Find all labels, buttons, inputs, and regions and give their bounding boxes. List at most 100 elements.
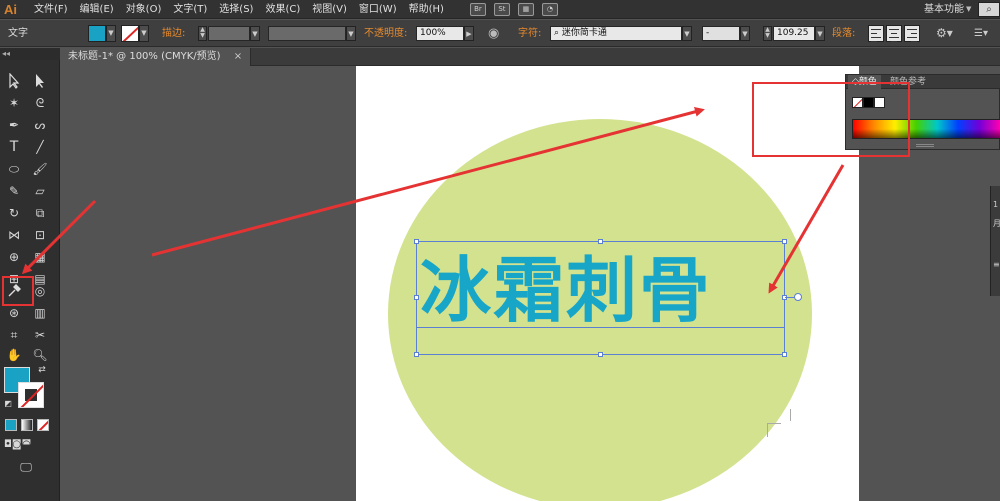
- artboard[interactable]: 冰霜刺骨: [356, 66, 859, 501]
- color-spectrum[interactable]: [852, 119, 1000, 139]
- resize-handle[interactable]: [782, 352, 787, 357]
- opacity-label[interactable]: 不透明度:: [364, 20, 407, 47]
- chevron-down-icon[interactable]: ▼: [740, 26, 750, 41]
- menu-edit[interactable]: 编辑(E): [74, 0, 120, 19]
- scale-tool-icon[interactable]: ⧉: [31, 204, 49, 222]
- shape-builder-tool-icon[interactable]: ⊕: [5, 248, 23, 266]
- align-center-icon[interactable]: [886, 25, 902, 42]
- magic-wand-tool-icon[interactable]: ✶: [5, 94, 23, 112]
- fill-color-swatch[interactable]: [88, 25, 106, 42]
- paintbrush-tool-icon[interactable]: 🖌: [31, 160, 49, 178]
- resize-handle[interactable]: [414, 352, 419, 357]
- chevron-down-icon[interactable]: ▼: [682, 26, 692, 41]
- font-size-field[interactable]: 109.25: [773, 26, 815, 41]
- menu-file[interactable]: 文件(F): [30, 0, 74, 19]
- character-label[interactable]: 字符:: [518, 20, 541, 47]
- black-swatch[interactable]: [863, 97, 874, 108]
- ellipse-tool-icon[interactable]: ⬭: [5, 160, 23, 178]
- none-slash-icon: [122, 26, 138, 41]
- chevron-down-icon[interactable]: ▼: [966, 6, 972, 13]
- text-out-port[interactable]: [794, 293, 802, 301]
- menu-object[interactable]: 对象(O): [120, 0, 168, 19]
- tab-color[interactable]: ◇颜色: [848, 75, 881, 89]
- font-style-field[interactable]: -: [702, 26, 740, 41]
- menu-view[interactable]: 视图(V): [306, 0, 353, 19]
- eraser-tool-icon[interactable]: ▱: [31, 182, 49, 200]
- symbol-sprayer-tool-icon[interactable]: ⊛: [5, 304, 23, 322]
- selection-bounding-box[interactable]: [416, 241, 785, 355]
- hand-tool-icon[interactable]: ✋: [5, 346, 23, 364]
- artboard-tool-icon[interactable]: ⌗: [5, 326, 23, 344]
- column-graph-tool-icon[interactable]: ▥: [31, 304, 49, 322]
- menu-effect[interactable]: 效果(C): [259, 0, 306, 19]
- eyedropper-tool-icon[interactable]: [5, 282, 23, 300]
- perspective-grid-tool-icon[interactable]: ▦: [31, 248, 49, 266]
- stroke-weight-field[interactable]: [208, 26, 250, 41]
- variable-width-profile[interactable]: [268, 26, 346, 41]
- document-tab[interactable]: 未标题-1* @ 100% (CMYK/预览) ×: [60, 48, 252, 66]
- slice-tool-icon[interactable]: ✂: [31, 326, 49, 344]
- workspace-switcher[interactable]: 基本功能: [924, 0, 964, 19]
- chevron-down-icon[interactable]: ▼: [106, 25, 116, 42]
- chevron-down-icon[interactable]: ▼: [346, 26, 356, 41]
- gpu-performance-icon[interactable]: ◔: [541, 2, 558, 16]
- type-tool-icon[interactable]: T: [5, 138, 23, 156]
- lasso-tool-icon[interactable]: ᘓ: [31, 94, 49, 112]
- curvature-tool-icon[interactable]: ᔕ: [31, 116, 49, 134]
- transform-icon[interactable]: ⚙▾: [936, 20, 953, 47]
- none-swatch[interactable]: [852, 97, 863, 108]
- pencil-tool-icon[interactable]: ✎: [5, 182, 23, 200]
- align-right-icon[interactable]: [904, 25, 920, 42]
- chevron-down-icon[interactable]: ▼: [815, 26, 825, 41]
- menu-help[interactable]: 帮助(H): [403, 0, 450, 19]
- paragraph-label[interactable]: 段落:: [832, 20, 855, 47]
- resize-handle[interactable]: [598, 352, 603, 357]
- recolor-artwork-icon[interactable]: ◉: [488, 20, 499, 47]
- line-segment-tool-icon[interactable]: ╱: [31, 138, 49, 156]
- tab-color-guide[interactable]: 颜色参考: [886, 75, 930, 89]
- rotate-tool-icon[interactable]: ↻: [5, 204, 23, 222]
- stroke-weight-stepper[interactable]: ▲ ▼: [198, 26, 207, 41]
- chevron-down-icon[interactable]: ▼: [250, 26, 260, 41]
- collapsed-panel-strip[interactable]: 1 月 ≡: [990, 186, 1000, 296]
- white-swatch[interactable]: [874, 97, 885, 108]
- direct-selection-tool-icon[interactable]: [31, 72, 49, 90]
- selection-tool-icon[interactable]: [5, 72, 23, 90]
- stroke-color-swatch[interactable]: [121, 25, 139, 42]
- width-tool-icon[interactable]: ⋈: [5, 226, 23, 244]
- resize-handle[interactable]: [414, 239, 419, 244]
- resize-handle[interactable]: [598, 239, 603, 244]
- menu-select[interactable]: 选择(S): [213, 0, 259, 19]
- zoom-tool-icon[interactable]: 🔍︎: [31, 346, 49, 364]
- menu-window[interactable]: 窗口(W): [353, 0, 403, 19]
- resize-handle[interactable]: [782, 239, 787, 244]
- bridge-icon[interactable]: Br: [469, 2, 486, 16]
- panel-resize-grip[interactable]: [916, 144, 934, 147]
- close-icon[interactable]: ×: [234, 51, 242, 62]
- pen-tool-icon[interactable]: ✒: [5, 116, 23, 134]
- stock-icon[interactable]: St: [493, 2, 510, 16]
- drawing-mode-icon[interactable]: ◘◙◚: [4, 436, 31, 454]
- tools-panel-collapse[interactable]: ◂◂: [0, 48, 60, 60]
- swap-fill-stroke-icon[interactable]: ⇄: [36, 364, 48, 376]
- font-size-stepper[interactable]: ▲ ▼: [763, 26, 772, 41]
- blend-tool-icon[interactable]: ◎: [31, 282, 49, 300]
- stroke-label[interactable]: 描边:: [162, 20, 185, 47]
- chevron-right-icon[interactable]: ▶: [464, 26, 474, 41]
- menu-type[interactable]: 文字(T): [167, 0, 213, 19]
- gradient-mode-icon[interactable]: [21, 419, 33, 431]
- panel-menu-icon[interactable]: ☰▾: [974, 20, 988, 47]
- chevron-down-icon[interactable]: ▼: [139, 25, 149, 42]
- font-family-field[interactable]: ⌕ 迷你简卡通: [550, 26, 682, 41]
- align-left-icon[interactable]: [868, 25, 884, 42]
- none-mode-icon[interactable]: [37, 419, 49, 431]
- arrange-documents-icon[interactable]: ▦: [517, 2, 534, 16]
- free-transform-tool-icon[interactable]: ⊡: [31, 226, 49, 244]
- opacity-field[interactable]: 100%: [416, 26, 464, 41]
- stroke-swatch[interactable]: [18, 382, 44, 408]
- resize-handle[interactable]: [414, 295, 419, 300]
- color-mode-icon[interactable]: [5, 419, 17, 431]
- screen-mode-icon[interactable]: 🖵: [15, 458, 37, 476]
- default-fill-stroke-icon[interactable]: ◩: [2, 398, 14, 410]
- search-icon[interactable]: ⌕: [978, 2, 1000, 17]
